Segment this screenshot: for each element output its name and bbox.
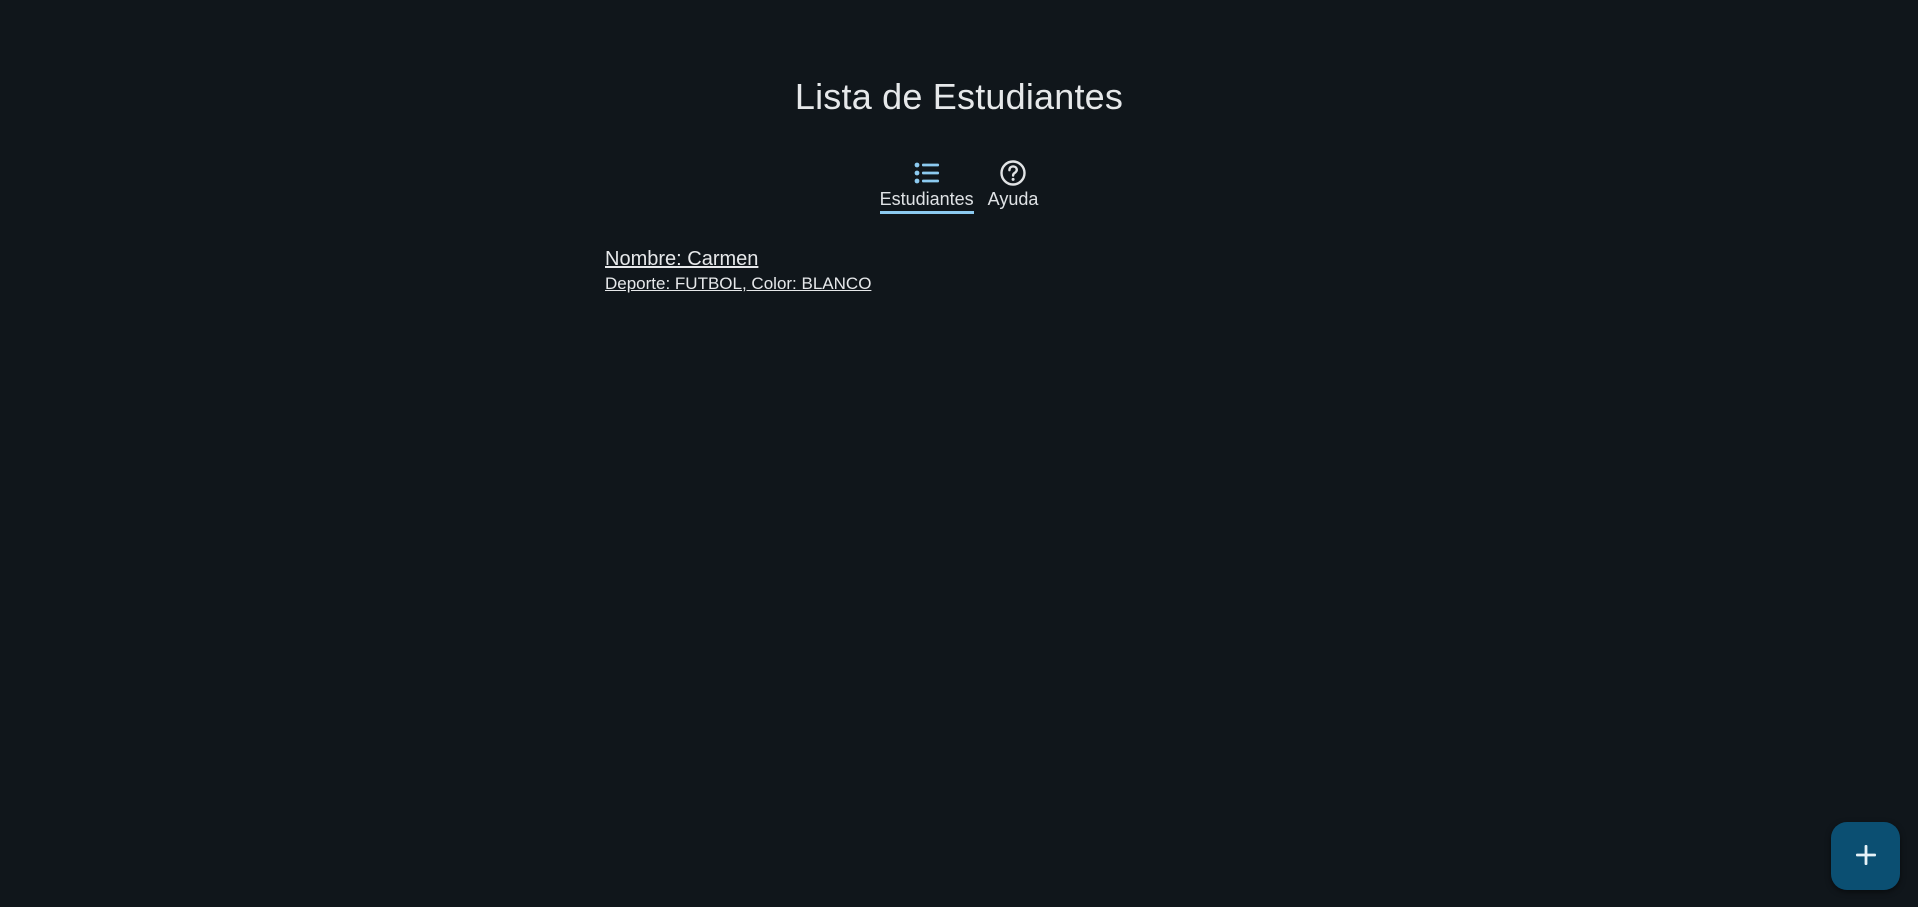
tab-label-ayuda: Ayuda	[987, 189, 1039, 209]
tab-label-estudiantes: Estudiantes	[879, 188, 974, 214]
student-name[interactable]: Nombre: Carmen	[605, 246, 871, 272]
plus-icon	[1855, 844, 1877, 869]
add-student-button[interactable]	[1831, 822, 1900, 890]
tab-estudiantes[interactable]: Estudiantes	[879, 159, 975, 214]
list-item[interactable]: Nombre: Carmen Deporte: FUTBOL, Color: B…	[605, 246, 871, 296]
page-title: Lista de Estudiantes	[794, 76, 1124, 117]
tab-ayuda[interactable]: Ayuda	[987, 159, 1040, 214]
tab-bar: Estudiantes Ayuda	[0, 159, 1918, 214]
list-icon	[913, 159, 941, 187]
student-list: Nombre: Carmen Deporte: FUTBOL, Color: B…	[605, 246, 871, 296]
student-details[interactable]: Deporte: FUTBOL, Color: BLANCO	[605, 272, 871, 296]
help-circle-icon	[999, 159, 1027, 187]
